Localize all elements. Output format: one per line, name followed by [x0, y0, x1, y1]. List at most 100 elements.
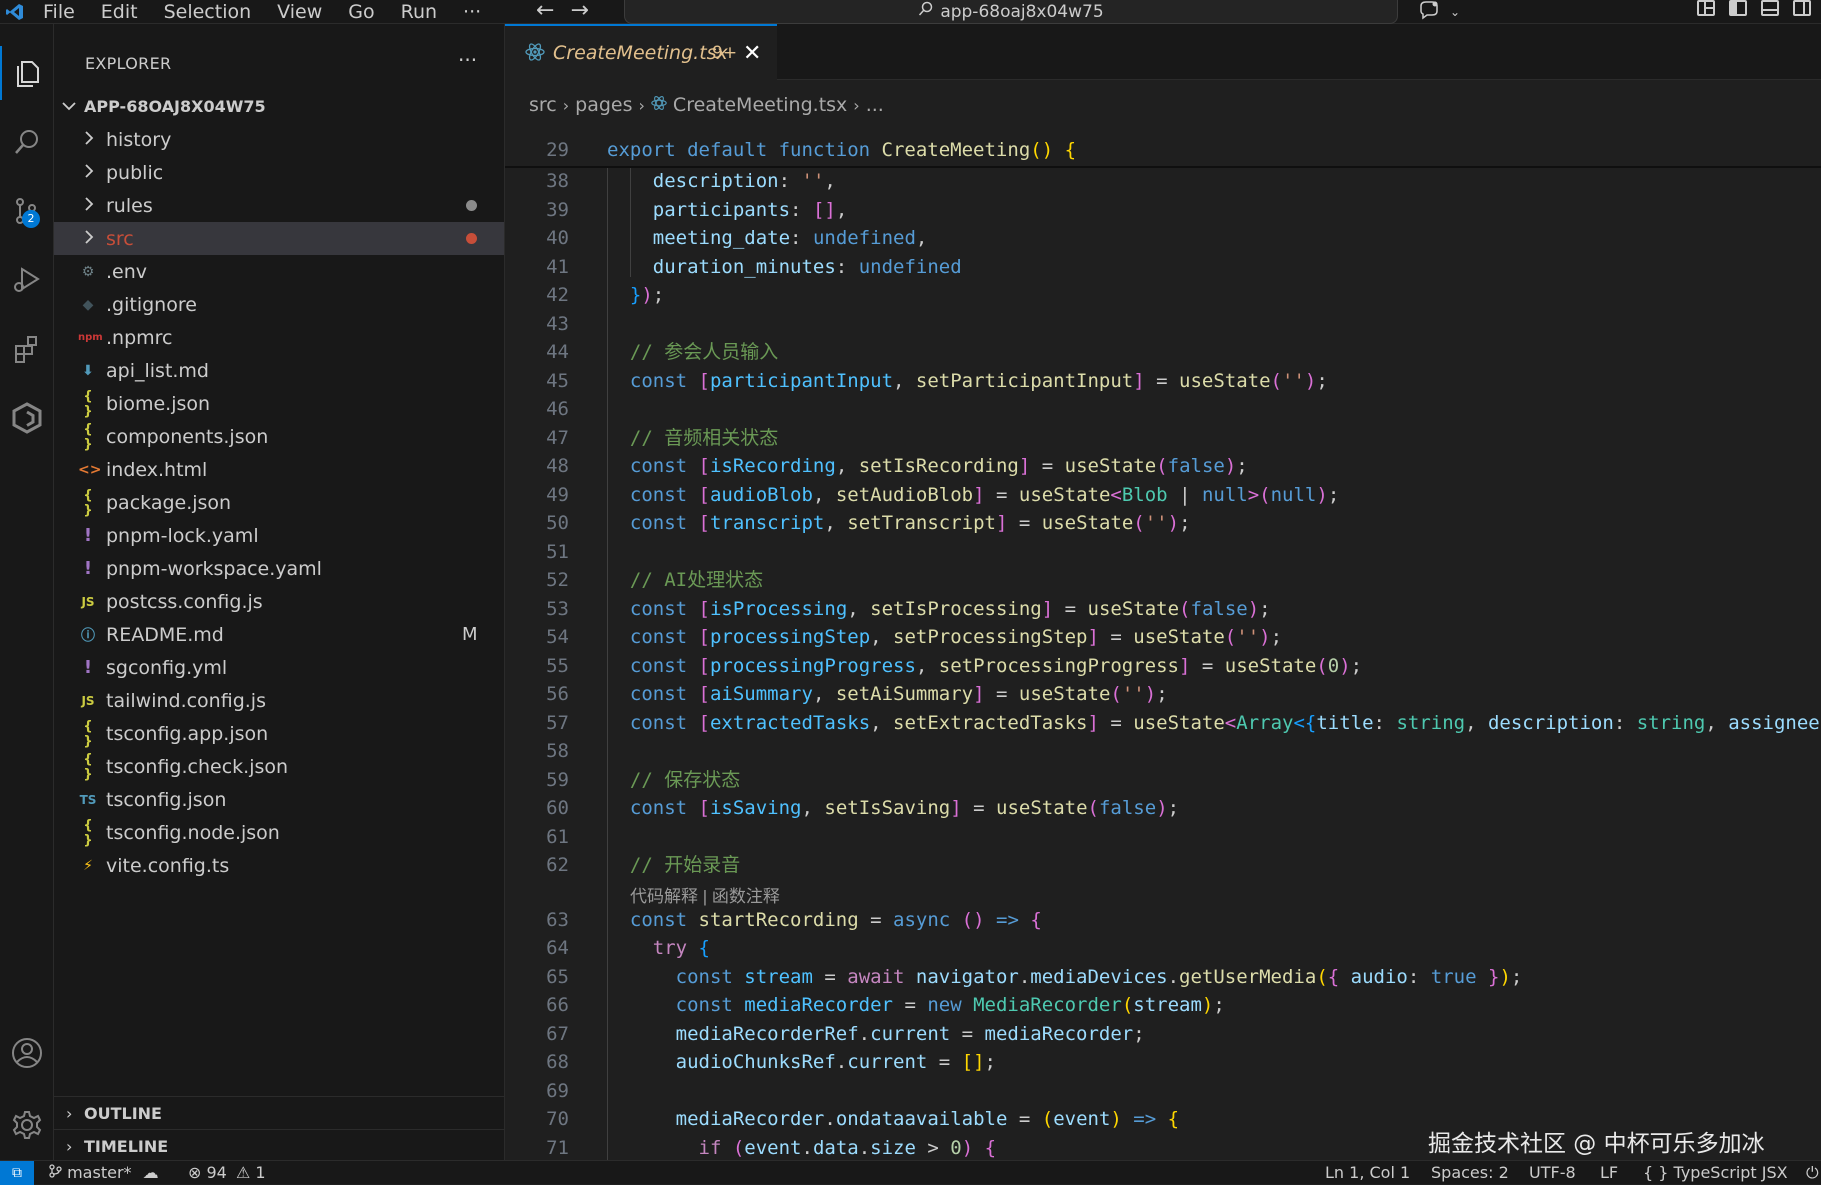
line-number: 29 [546, 139, 569, 161]
forward-arrow-icon[interactable]: → [570, 0, 588, 22]
explorer-more-actions[interactable]: ··· [458, 48, 477, 72]
file-item[interactable]: { } package.json [54, 486, 504, 519]
file-item[interactable]: ◆ .gitignore [54, 288, 504, 321]
outline-section[interactable]: › OUTLINE [54, 1096, 504, 1130]
code-token: , [1465, 711, 1488, 734]
menu-view[interactable]: View [264, 0, 335, 24]
tab-problem-count: 9+ [712, 43, 738, 63]
file-item[interactable]: TS tsconfig.json [54, 783, 504, 816]
settings-gear-icon[interactable] [0, 1098, 54, 1152]
chevron-right-icon [84, 229, 94, 248]
file-item[interactable]: <> index.html [54, 453, 504, 486]
file-item[interactable]: { } tsconfig.check.json [54, 750, 504, 783]
folder-src[interactable]: src [54, 222, 504, 255]
menu-go[interactable]: Go [335, 0, 387, 24]
menu-edit[interactable]: Edit [88, 0, 151, 24]
run-debug-icon[interactable] [0, 253, 54, 307]
chevron-right-icon: › [562, 95, 570, 115]
file-label: pnpm-workspace.yaml [106, 557, 322, 580]
code-token: setIsRecording [858, 455, 1019, 477]
code-line: 68 audioChunksRef.current = []; [505, 1048, 1821, 1076]
file-item[interactable]: JS tailwind.config.js [54, 684, 504, 717]
file-item[interactable]: { } tsconfig.node.json [54, 816, 504, 849]
file-label: .gitignore [106, 293, 197, 316]
notifications-bell-icon[interactable]: ⏻ [1806, 1163, 1819, 1183]
breadcrumb-pages[interactable]: pages [575, 94, 632, 116]
file-item[interactable]: ⚙ .env [54, 255, 504, 288]
back-arrow-icon[interactable]: ← [536, 0, 554, 22]
breadcrumb-src[interactable]: src [529, 94, 557, 116]
source-control-badge: 2 [22, 210, 40, 228]
file-item[interactable]: ⚡ vite.config.ts [54, 849, 504, 882]
explorer-activity-icon[interactable] [0, 46, 54, 100]
remote-indicator[interactable]: ⧉ [0, 1161, 34, 1185]
encoding-status[interactable]: UTF-8 [1529, 1163, 1576, 1182]
breadcrumb-symbol[interactable]: ... [866, 94, 884, 116]
file-item[interactable]: { } components.json [54, 420, 504, 453]
file-item[interactable]: { } tsconfig.app.json [54, 717, 504, 750]
file-item[interactable]: ! pnpm-lock.yaml [54, 519, 504, 552]
code-token: current [847, 1051, 928, 1073]
file-item[interactable]: { } biome.json [54, 387, 504, 420]
file-item[interactable]: ! sgconfig.yml [54, 651, 504, 684]
file-label: .env [106, 260, 148, 283]
timeline-section[interactable]: › TIMELINE [54, 1129, 504, 1163]
menu-selection[interactable]: Selection [151, 0, 265, 24]
workspace-root[interactable]: APP-68OAJ8X04W75 [54, 90, 505, 123]
toggle-secondary-sidebar-icon[interactable] [1793, 0, 1811, 16]
file-item[interactable]: JS postcss.config.js [54, 585, 504, 618]
accounts-icon[interactable] [0, 1026, 54, 1080]
code-line: 64 try { [505, 934, 1821, 962]
breadcrumb-file[interactable]: CreateMeeting.tsx [673, 94, 847, 116]
code-token: . [1018, 965, 1031, 988]
hexagon-extension-icon[interactable] [0, 391, 54, 445]
code-text: const mediaRecorder = new MediaRecorder(… [607, 991, 1225, 1019]
code-token: 0 [1327, 654, 1340, 677]
file-item[interactable]: npm .npmrc [54, 321, 504, 354]
code-token: useState [1133, 626, 1225, 648]
command-center[interactable]: app-68oaj8x04w75 [624, 0, 1398, 24]
folder-public[interactable]: public [54, 156, 504, 189]
source-control-icon[interactable]: 2 [0, 184, 54, 238]
folder-rules[interactable]: rules [54, 189, 504, 222]
eol-status[interactable]: LF [1600, 1163, 1618, 1182]
code-token: , [870, 626, 894, 648]
menu-more[interactable]: ··· [450, 0, 494, 24]
search-activity-icon[interactable] [0, 115, 54, 169]
problems-status[interactable]: ⊗ 94 ⚠ 1 [188, 1163, 266, 1182]
line-number: 71 [546, 1136, 569, 1159]
code-token: () [961, 908, 985, 931]
close-icon[interactable]: ✕ [743, 41, 761, 66]
cursor-position[interactable]: Ln 1, Col 1 [1325, 1163, 1410, 1182]
editor-tab-createmeeting[interactable]: CreateMeeting.tsx 9+ ✕ [505, 24, 777, 80]
code-editor[interactable]: 29 export default function CreateMeeting(… [505, 136, 1821, 1182]
customize-layout-icon[interactable] [1697, 0, 1715, 16]
menu-run[interactable]: Run [388, 0, 450, 24]
toggle-panel-icon[interactable] [1761, 0, 1779, 16]
code-line: 45 const [participantInput, setParticipa… [505, 367, 1821, 395]
language-mode[interactable]: { } TypeScript JSX [1643, 1163, 1788, 1182]
code-token: null [1201, 483, 1248, 506]
code-token: [ [698, 483, 710, 506]
code-text: // 音频相关状态 [607, 424, 778, 452]
code-token: processingStep [709, 626, 871, 648]
code-line: 43 [505, 310, 1821, 338]
copilot-menu[interactable]: ⌄ [1418, 0, 1460, 24]
code-token: ( [1224, 626, 1237, 648]
file-item[interactable]: ⓘ README.md M [54, 618, 504, 651]
codelens-actions[interactable]: 代码解释 | 函数注释 [630, 882, 780, 907]
extensions-icon[interactable] [0, 322, 54, 376]
menu-file[interactable]: File [30, 0, 88, 24]
json-icon: { } [83, 718, 93, 749]
folder-history[interactable]: history [54, 123, 504, 156]
file-item[interactable]: ⬇ api_list.md [54, 354, 504, 387]
code-token: => [1133, 1108, 1157, 1130]
toggle-primary-sidebar-icon[interactable] [1729, 0, 1747, 16]
code-token: ) [1201, 994, 1214, 1016]
indentation-status[interactable]: Spaces: 2 [1431, 1163, 1509, 1182]
file-item[interactable]: ! pnpm-workspace.yaml [54, 552, 504, 585]
branch-status[interactable]: master* ☁ [48, 1163, 159, 1182]
menu-bar: File Edit Selection View Go Run ··· [30, 0, 494, 24]
